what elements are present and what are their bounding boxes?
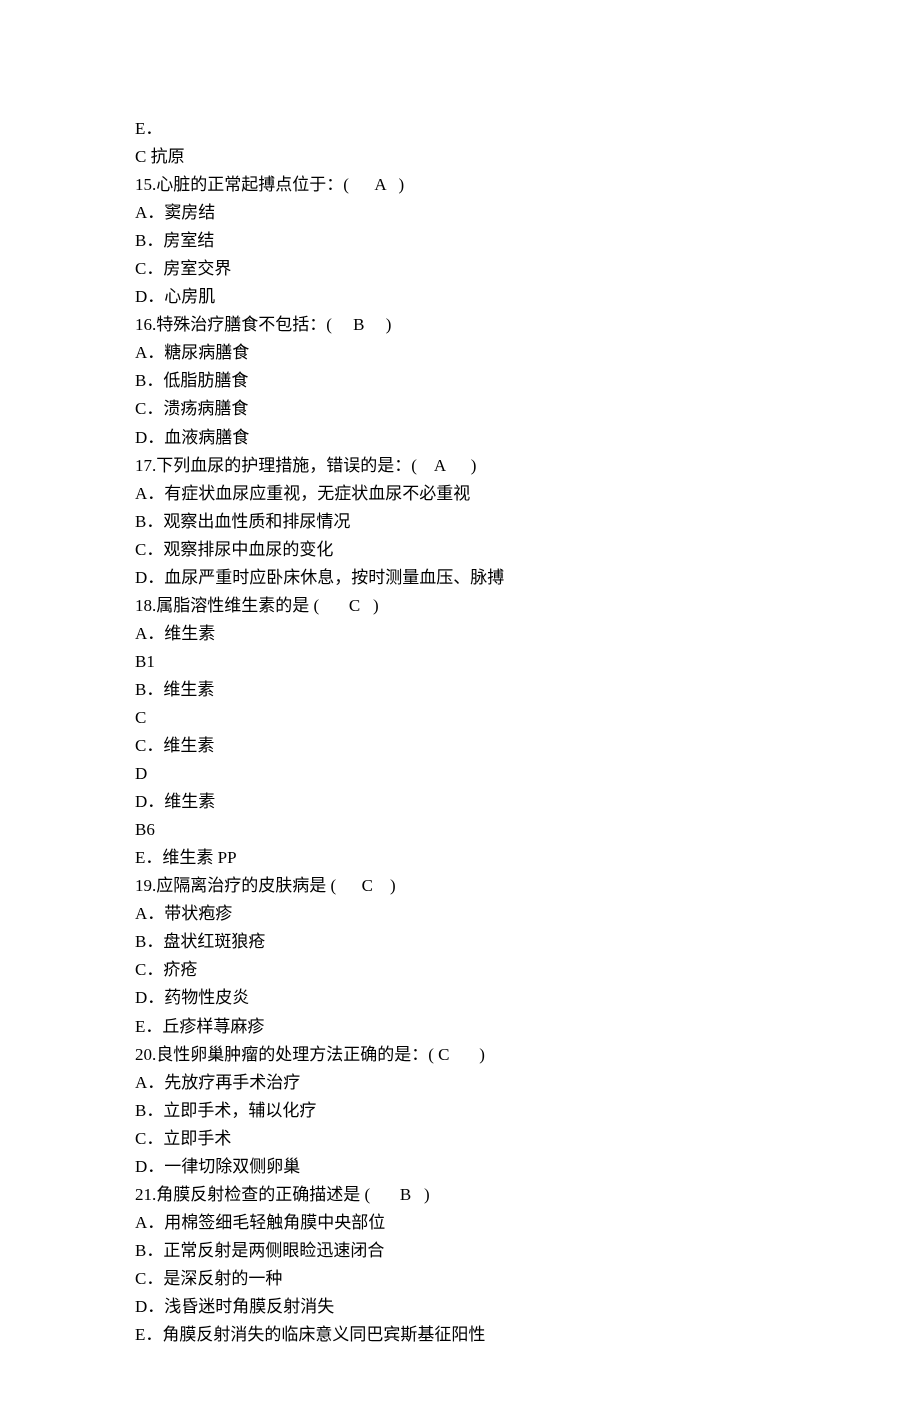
text-line: C 抗原 — [135, 143, 790, 171]
text-line: A．带状疱疹 — [135, 900, 790, 928]
text-line: C．观察排尿中血尿的变化 — [135, 536, 790, 564]
text-line: D．一律切除双侧卵巢 — [135, 1153, 790, 1181]
text-line: 18.属脂溶性维生素的是 ( C ) — [135, 592, 790, 620]
text-line: E．丘疹样荨麻疹 — [135, 1013, 790, 1041]
text-line: B．房室结 — [135, 227, 790, 255]
text-line: 21.角膜反射检查的正确描述是 ( B ) — [135, 1181, 790, 1209]
text-line: E．角膜反射消失的临床意义同巴宾斯基征阳性 — [135, 1321, 790, 1349]
text-line: B．维生素 — [135, 676, 790, 704]
text-line: D．血液病膳食 — [135, 424, 790, 452]
text-line: A．有症状血尿应重视，无症状血尿不必重视 — [135, 480, 790, 508]
text-line: 20.良性卵巢肿瘤的处理方法正确的是：( C ) — [135, 1041, 790, 1069]
text-line: B．正常反射是两侧眼睑迅速闭合 — [135, 1237, 790, 1265]
text-line: A．先放疗再手术治疗 — [135, 1069, 790, 1097]
text-line: 17.下列血尿的护理措施，错误的是：( A ) — [135, 452, 790, 480]
text-line: B．低脂肪膳食 — [135, 367, 790, 395]
text-line: D — [135, 760, 790, 788]
text-line: A．糖尿病膳食 — [135, 339, 790, 367]
text-line: A．维生素 — [135, 620, 790, 648]
text-line: E．维生素 PP — [135, 844, 790, 872]
text-line: A．窦房结 — [135, 199, 790, 227]
text-line: C．维生素 — [135, 732, 790, 760]
text-line: D．浅昏迷时角膜反射消失 — [135, 1293, 790, 1321]
text-line: B1 — [135, 648, 790, 676]
text-line: B．观察出血性质和排尿情况 — [135, 508, 790, 536]
document-page: E． C 抗原 15.心脏的正常起搏点位于：( A ) A．窦房结 B．房室结 … — [0, 0, 920, 1409]
text-line: C．溃疡病膳食 — [135, 395, 790, 423]
text-line: C．是深反射的一种 — [135, 1265, 790, 1293]
text-line: C．房室交界 — [135, 255, 790, 283]
text-line: E． — [135, 115, 790, 143]
text-line: D．维生素 — [135, 788, 790, 816]
text-line: D．血尿严重时应卧床休息，按时测量血压、脉搏 — [135, 564, 790, 592]
text-line: B．盘状红斑狼疮 — [135, 928, 790, 956]
text-line: C．立即手术 — [135, 1125, 790, 1153]
text-line: B6 — [135, 816, 790, 844]
text-line: A．用棉签细毛轻触角膜中央部位 — [135, 1209, 790, 1237]
text-line: 15.心脏的正常起搏点位于：( A ) — [135, 171, 790, 199]
text-line: 19.应隔离治疗的皮肤病是 ( C ) — [135, 872, 790, 900]
text-line: C．疥疮 — [135, 956, 790, 984]
text-line: D．心房肌 — [135, 283, 790, 311]
text-line: B．立即手术，辅以化疗 — [135, 1097, 790, 1125]
text-line: 16.特殊治疗膳食不包括：( B ) — [135, 311, 790, 339]
text-line: C — [135, 704, 790, 732]
text-line: D．药物性皮炎 — [135, 984, 790, 1012]
